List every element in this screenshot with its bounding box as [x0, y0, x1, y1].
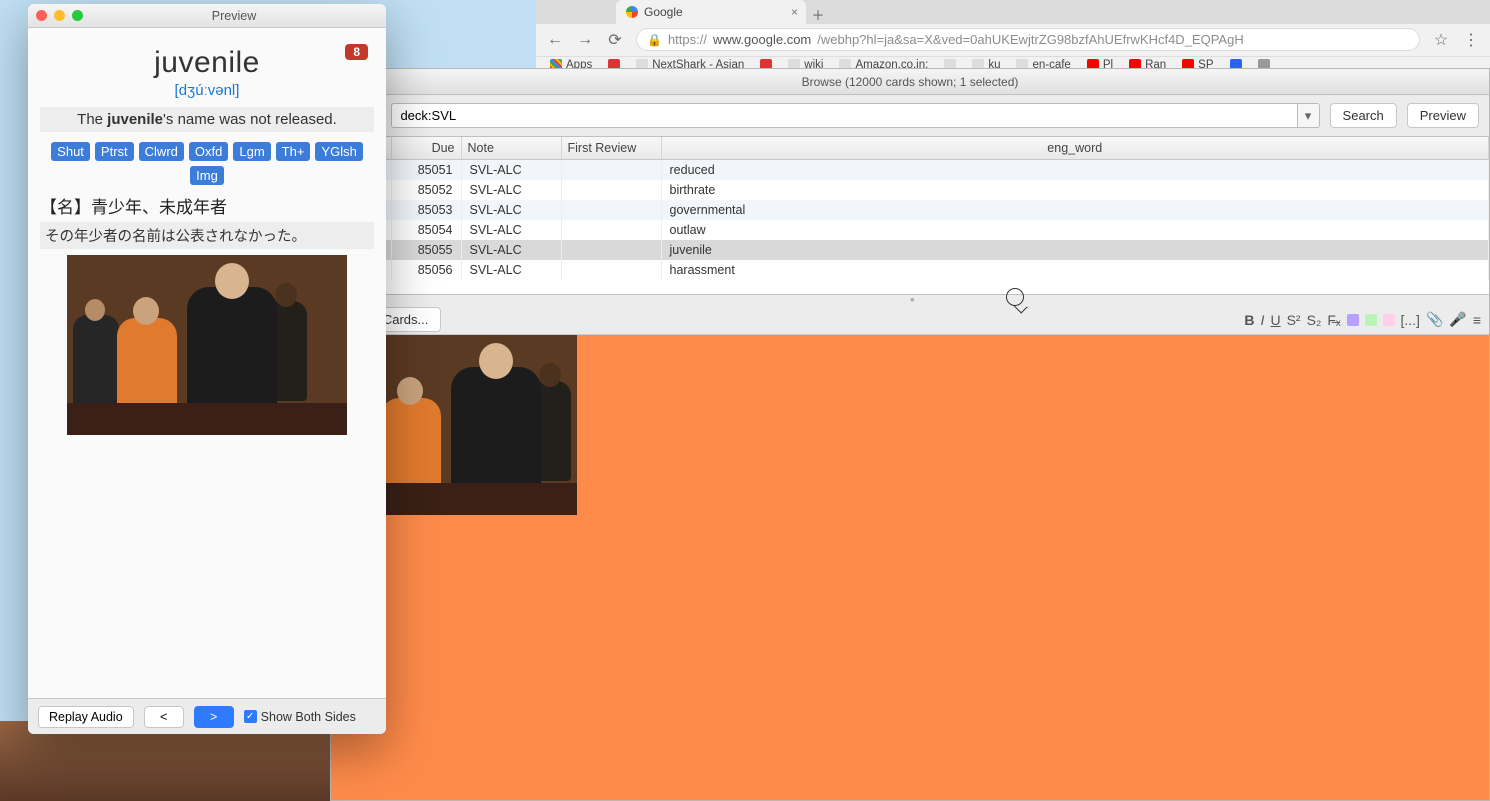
show-both-sides-checkbox[interactable]: ✓ Show Both Sides [244, 710, 356, 724]
url-scheme: https:// [668, 32, 707, 47]
browse-titlebar: Browse (12000 cards shown; 1 selected) [331, 69, 1489, 95]
jp-definition: 【名】青少年、未成年者 [40, 193, 374, 218]
tag: Oxfd [189, 142, 228, 161]
chrome-toolbar: ← → ⟳ 🔒 https:// www.google.com/webhp?hl=… [536, 24, 1490, 57]
color-swatch-green[interactable] [1365, 314, 1377, 326]
bookmark-star-icon[interactable]: ☆ [1432, 30, 1450, 50]
search-dropdown-icon[interactable]: ▾ [1298, 103, 1320, 128]
tag: Shut [51, 142, 90, 161]
google-favicon-icon [626, 6, 638, 18]
more-icon[interactable]: ≡ [1473, 312, 1481, 328]
preview-button[interactable]: Preview [1407, 103, 1479, 128]
col-due[interactable]: Due [391, 137, 461, 160]
close-window-icon[interactable] [36, 10, 47, 21]
new-tab-button[interactable]: ＋ [806, 5, 830, 24]
minimize-window-icon[interactable] [54, 10, 65, 21]
anki-preview-window: Preview 8 juvenile [dʒúːvənl] The juveni… [28, 4, 386, 734]
preview-image [40, 255, 374, 435]
window-controls [36, 10, 83, 21]
preview-body: 8 juvenile [dʒúːvənl] The juvenile's nam… [28, 28, 386, 698]
replay-audio-button[interactable]: Replay Audio [38, 706, 134, 728]
table-row[interactable]: 85052 SVL-ALC birthrate [331, 180, 1489, 200]
anki-browse-window: Browse (12000 cards shown; 1 selected) r… [330, 68, 1490, 801]
search-input[interactable] [391, 103, 1297, 128]
lock-icon: 🔒 [647, 33, 662, 47]
tag: Lgm [233, 142, 270, 161]
prev-card-button[interactable]: < [144, 706, 184, 728]
col-first-review[interactable]: First Review [561, 137, 661, 160]
color-swatch-pink[interactable] [1383, 314, 1395, 326]
jp-sentence: その年少者の名前は公表されなかった。 [40, 222, 374, 249]
table-header-row: eld Due Note First Review eng_word [331, 137, 1489, 160]
tag: Th+ [276, 142, 311, 161]
table-row[interactable]: 85053 SVL-ALC governmental [331, 200, 1489, 220]
color-swatch-purple[interactable] [1347, 314, 1359, 326]
chrome-tab-title: Google [644, 5, 683, 19]
preview-title: Preview [90, 9, 378, 23]
ipa-text: [dʒúːvənl] [40, 82, 374, 99]
attach-icon[interactable]: 📎 [1426, 311, 1443, 328]
table-row[interactable]: 85056 SVL-ALC harassment [331, 260, 1489, 280]
bold-icon[interactable]: B [1244, 312, 1254, 328]
col-note[interactable]: Note [461, 137, 561, 160]
clear-format-icon[interactable]: F̶ₓ [1327, 312, 1340, 328]
record-icon[interactable]: 🎤 [1449, 311, 1466, 328]
count-badge: 8 [345, 44, 368, 60]
table-row[interactable]: 85054 SVL-ALC outlaw [331, 220, 1489, 240]
table-row[interactable]: 85051 SVL-ALC reduced [331, 160, 1489, 181]
editor-area[interactable] [331, 335, 1489, 800]
example-sentence: The juvenile's name was not released. [40, 107, 374, 132]
browse-toolbar: r... ▾ Search Preview [331, 95, 1489, 137]
splitter-handle[interactable] [331, 295, 1489, 305]
next-card-button[interactable]: > [194, 706, 234, 728]
tag: YGlsh [315, 142, 362, 161]
nav-back-icon[interactable]: ← [546, 31, 564, 49]
url-host: www.google.com [713, 32, 811, 47]
headword: juvenile [40, 46, 374, 80]
mouse-cursor-icon [1006, 288, 1024, 306]
chrome-tab-google[interactable]: Google × [616, 0, 806, 24]
card-table: eld Due Note First Review eng_word 85051… [331, 137, 1489, 295]
chrome-tabstrip: Google × ＋ [536, 0, 1490, 24]
browse-status: Browse (12000 cards shown; 1 selected) [802, 75, 1019, 89]
cloze-icon[interactable]: [...] [1401, 312, 1420, 328]
subscript-icon[interactable]: S₂ [1307, 312, 1322, 328]
tag-list: Shut Ptrst Clwrd Oxfd Lgm Th+ YGlsh Img [40, 142, 374, 185]
tag: Ptrst [95, 142, 134, 161]
search-button[interactable]: Search [1330, 103, 1397, 128]
preview-footer: Replay Audio < > ✓ Show Both Sides [28, 698, 386, 734]
chrome-window: Google × ＋ ← → ⟳ 🔒 https:// www.google.co… [536, 0, 1490, 74]
underline-icon[interactable]: U [1270, 312, 1280, 328]
superscript-icon[interactable]: S² [1287, 312, 1301, 328]
tab-close-icon[interactable]: × [791, 5, 798, 19]
address-bar[interactable]: 🔒 https:// www.google.com/webhp?hl=ja&sa=… [636, 28, 1420, 51]
url-path: /webhp?hl=ja&sa=X&ved=0ahUKEwjtrZG98bzfA… [817, 32, 1243, 47]
editor-toolbar: ... Cards... B I U S² S₂ F̶ₓ [...] 📎 🎤 ≡ [331, 305, 1489, 335]
col-eng-word[interactable]: eng_word [661, 137, 1489, 160]
nav-reload-icon[interactable]: ⟳ [606, 30, 624, 50]
italic-icon[interactable]: I [1261, 312, 1265, 328]
zoom-window-icon[interactable] [72, 10, 83, 21]
checkbox-checked-icon: ✓ [244, 710, 257, 723]
chrome-menu-icon[interactable]: ⋮ [1462, 30, 1480, 50]
tag: Clwrd [139, 142, 184, 161]
table-row-selected[interactable]: 85055 SVL-ALC juvenile [331, 240, 1489, 260]
nav-forward-icon[interactable]: → [576, 31, 594, 49]
preview-titlebar[interactable]: Preview [28, 4, 386, 28]
tag: Img [190, 166, 224, 185]
